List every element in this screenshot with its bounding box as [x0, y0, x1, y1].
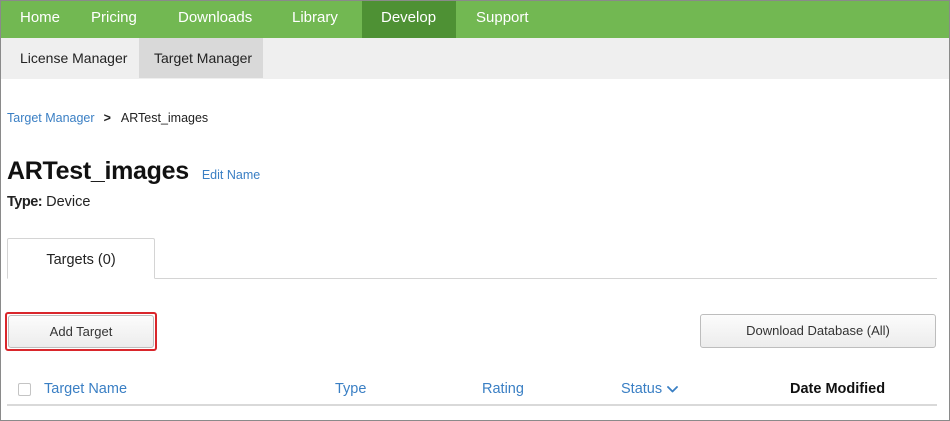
nav-item-support[interactable]: Support — [457, 1, 548, 38]
tab-targets[interactable]: Targets (0) — [7, 238, 155, 279]
type-value: Device — [46, 194, 91, 210]
breadcrumb-current: ARTest_images — [120, 111, 209, 125]
column-header-status[interactable]: Status — [621, 381, 679, 397]
chevron-down-icon — [667, 381, 679, 397]
breadcrumb-link-target-manager[interactable]: Target Manager — [7, 111, 95, 125]
nav-item-home[interactable]: Home — [1, 1, 79, 38]
subnav-item-target-manager[interactable]: Target Manager — [139, 38, 263, 78]
nav-item-develop[interactable]: Develop — [362, 1, 456, 38]
breadcrumb: Target Manager > ARTest_images — [7, 111, 208, 125]
column-header-rating[interactable]: Rating — [482, 381, 524, 397]
top-nav: Home Pricing Downloads Library Develop S… — [1, 1, 949, 38]
breadcrumb-separator: > — [103, 111, 111, 125]
type-label: Type: — [7, 194, 43, 210]
download-database-button[interactable]: Download Database (All) — [700, 314, 936, 348]
add-target-button[interactable]: Add Target — [8, 315, 154, 348]
nav-item-pricing[interactable]: Pricing — [72, 1, 156, 38]
database-type: Type: Device — [7, 194, 90, 210]
status-header-label: Status — [621, 381, 663, 397]
subnav-item-license-manager[interactable]: License Manager — [5, 38, 142, 78]
nav-item-library[interactable]: Library — [273, 1, 357, 38]
column-header-target-name[interactable]: Target Name — [44, 381, 127, 397]
nav-item-downloads[interactable]: Downloads — [159, 1, 271, 38]
app-frame: Home Pricing Downloads Library Develop S… — [0, 0, 950, 421]
select-all-checkbox[interactable] — [18, 383, 31, 396]
edit-name-link[interactable]: Edit Name — [202, 168, 260, 182]
column-header-date-modified: Date Modified — [790, 381, 886, 397]
column-header-type[interactable]: Type — [335, 381, 366, 397]
sub-nav: License Manager Target Manager — [1, 38, 949, 79]
targets-table-header: Target Name Type Rating Status Date Modi… — [7, 373, 937, 406]
title-row: ARTest_images Edit Name — [7, 157, 260, 186]
page-title: ARTest_images — [7, 157, 189, 185]
